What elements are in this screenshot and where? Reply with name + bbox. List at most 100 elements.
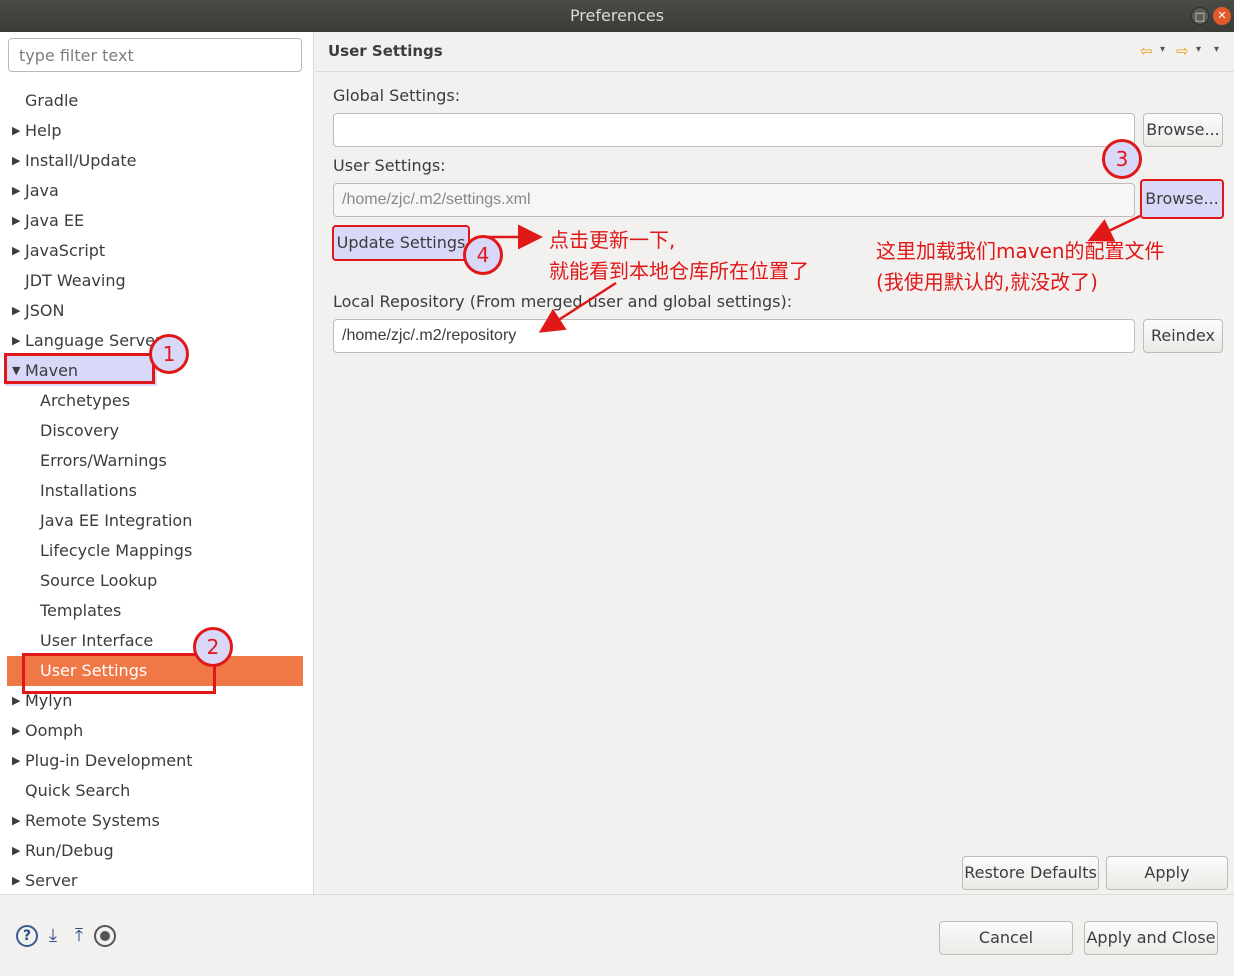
tree-item-installations[interactable]: Installations — [0, 476, 313, 506]
tree-item-label: Java — [25, 181, 59, 200]
tree-item-templates[interactable]: Templates — [0, 596, 313, 626]
tree-item-label: User Interface — [40, 631, 154, 650]
tree-item-label: Oomph — [25, 721, 84, 740]
apply-and-close-button[interactable]: Apply and Close — [1084, 921, 1218, 955]
collapsed-arrow-icon[interactable]: ▶ — [12, 746, 20, 776]
page-header: User Settings ⇦ ▾ ⇨ ▾ ▾ — [315, 32, 1234, 72]
tree-item-jdt-weaving[interactable]: JDT Weaving — [0, 266, 313, 296]
tree-item-lifecycle-mappings[interactable]: Lifecycle Mappings — [0, 536, 313, 566]
collapsed-arrow-icon[interactable]: ▶ — [12, 296, 20, 326]
tree-item-label: Java EE Integration — [40, 511, 193, 530]
annotation-note-update-line1: 点击更新一下, — [549, 228, 676, 252]
preference-page: User Settings ⇦ ▾ ⇨ ▾ ▾ Global Settings:… — [315, 32, 1234, 894]
view-menu-icon[interactable]: ▾ — [1214, 44, 1219, 55]
tree-item-label: JavaScript — [25, 241, 106, 260]
tree-item-oomph[interactable]: ▶ Oomph — [0, 716, 313, 746]
tree-item-discovery[interactable]: Discovery — [0, 416, 313, 446]
tree-item-quick-search[interactable]: Quick Search — [0, 776, 313, 806]
annotation-box-user-settings — [22, 653, 216, 694]
user-settings-field[interactable] — [333, 183, 1135, 217]
tree-item-label: Errors/Warnings — [40, 451, 167, 470]
tree-item-label: Source Lookup — [40, 571, 158, 590]
collapsed-arrow-icon[interactable]: ▶ — [12, 326, 20, 356]
import-icon[interactable]: ⤓ — [42, 925, 64, 947]
tree-item-json[interactable]: ▶ JSON — [0, 296, 313, 326]
tree-item-gradle[interactable]: Gradle — [0, 86, 313, 116]
tree-item-label: Plug-in Development — [25, 751, 193, 770]
tree-item-plug-in-development[interactable]: ▶ Plug-in Development — [0, 746, 313, 776]
user-settings-label: User Settings: — [333, 156, 446, 175]
user-browse-button[interactable]: Browse... — [1140, 179, 1224, 219]
annotation-note-browse-line1: 这里加载我们maven的配置文件 — [876, 239, 1165, 263]
global-browse-button[interactable]: Browse... — [1143, 113, 1223, 147]
tree-item-label: Install/Update — [25, 151, 137, 170]
filter-input[interactable] — [8, 38, 302, 72]
tree-item-label: Lifecycle Mappings — [40, 541, 193, 560]
cancel-button[interactable]: Cancel — [939, 921, 1073, 955]
annotation-marker-4: 4 — [463, 235, 503, 275]
tree-item-label: Installations — [40, 481, 137, 500]
global-settings-field[interactable] — [333, 113, 1135, 147]
tree-item-javascript[interactable]: ▶ JavaScript — [0, 236, 313, 266]
tree-item-label: JDT Weaving — [25, 271, 126, 290]
tree-item-java[interactable]: ▶ Java — [0, 176, 313, 206]
collapsed-arrow-icon[interactable]: ▶ — [12, 206, 20, 236]
tree-item-label: Quick Search — [25, 781, 131, 800]
tree-item-label: Run/Debug — [25, 841, 114, 860]
tree-item-user-interface[interactable]: User Interface — [0, 626, 313, 656]
tree-item-server[interactable]: ▶ Server — [0, 866, 313, 894]
collapsed-arrow-icon[interactable]: ▶ — [12, 116, 20, 146]
collapsed-arrow-icon[interactable]: ▶ — [12, 176, 20, 206]
annotation-marker-2: 2 — [193, 627, 233, 667]
help-icon[interactable]: ? — [16, 925, 38, 947]
page-title: User Settings — [328, 42, 443, 60]
back-dropdown-icon[interactable]: ▾ — [1160, 44, 1165, 55]
annotation-marker-3: 3 — [1102, 139, 1142, 179]
annotation-note-update: 点击更新一下, 就能看到本地仓库所在位置了 — [549, 225, 809, 287]
tree-item-label: Templates — [40, 601, 122, 620]
tree-item-label: Discovery — [40, 421, 120, 440]
tree-item-archetypes[interactable]: Archetypes — [0, 386, 313, 416]
tree-item-label: Server — [25, 871, 78, 890]
tree-item-remote-systems[interactable]: ▶ Remote Systems — [0, 806, 313, 836]
back-arrow-icon[interactable]: ⇦ — [1140, 42, 1153, 60]
collapsed-arrow-icon[interactable]: ▶ — [12, 866, 20, 894]
forward-arrow-icon[interactable]: ⇨ — [1176, 42, 1189, 60]
tree-item-label: Java EE — [25, 211, 85, 230]
maximize-button[interactable]: □ — [1191, 7, 1209, 25]
annotation-box-maven — [4, 353, 155, 384]
collapsed-arrow-icon[interactable]: ▶ — [12, 146, 20, 176]
tree-item-install-update[interactable]: ▶ Install/Update — [0, 146, 313, 176]
local-repository-label: Local Repository (From merged user and g… — [333, 292, 793, 311]
restore-defaults-button[interactable]: Restore Defaults — [962, 856, 1099, 890]
apply-button[interactable]: Apply — [1106, 856, 1228, 890]
collapsed-arrow-icon[interactable]: ▶ — [12, 686, 20, 716]
collapsed-arrow-icon[interactable]: ▶ — [12, 836, 20, 866]
export-icon[interactable]: ⤒ — [68, 925, 90, 947]
forward-dropdown-icon[interactable]: ▾ — [1196, 44, 1201, 55]
close-button[interactable]: ✕ — [1213, 7, 1231, 25]
record-icon[interactable] — [94, 925, 116, 947]
tree-item-help[interactable]: ▶ Help — [0, 116, 313, 146]
tree-item-errors-warnings[interactable]: Errors/Warnings — [0, 446, 313, 476]
preferences-tree-pane: Gradle▶Help▶Install/Update▶Java▶Java EE▶… — [0, 32, 314, 894]
annotation-note-update-line2: 就能看到本地仓库所在位置了 — [549, 259, 809, 283]
collapsed-arrow-icon[interactable]: ▶ — [12, 236, 20, 266]
tree-item-label: Help — [25, 121, 62, 140]
collapsed-arrow-icon[interactable]: ▶ — [12, 716, 20, 746]
title-bar: Preferences □ ✕ — [0, 0, 1234, 32]
local-repository-field[interactable] — [333, 319, 1135, 353]
tree-item-source-lookup[interactable]: Source Lookup — [0, 566, 313, 596]
tree-item-label: Remote Systems — [25, 811, 160, 830]
update-settings-button[interactable]: Update Settings — [332, 225, 470, 261]
tree-item-run-debug[interactable]: ▶ Run/Debug — [0, 836, 313, 866]
reindex-button[interactable]: Reindex — [1143, 319, 1223, 353]
annotation-marker-1: 1 — [149, 334, 189, 374]
tree-item-label: Archetypes — [40, 391, 131, 410]
annotation-note-browse-line2: (我使用默认的,就没改了) — [876, 270, 1098, 294]
tree-item-java-ee[interactable]: ▶ Java EE — [0, 206, 313, 236]
collapsed-arrow-icon[interactable]: ▶ — [12, 806, 20, 836]
dialog-footer: ? ⤓ ⤒ Cancel Apply and Close — [0, 894, 1234, 976]
tree-item-label: JSON — [25, 301, 65, 320]
tree-item-java-ee-integration[interactable]: Java EE Integration — [0, 506, 313, 536]
